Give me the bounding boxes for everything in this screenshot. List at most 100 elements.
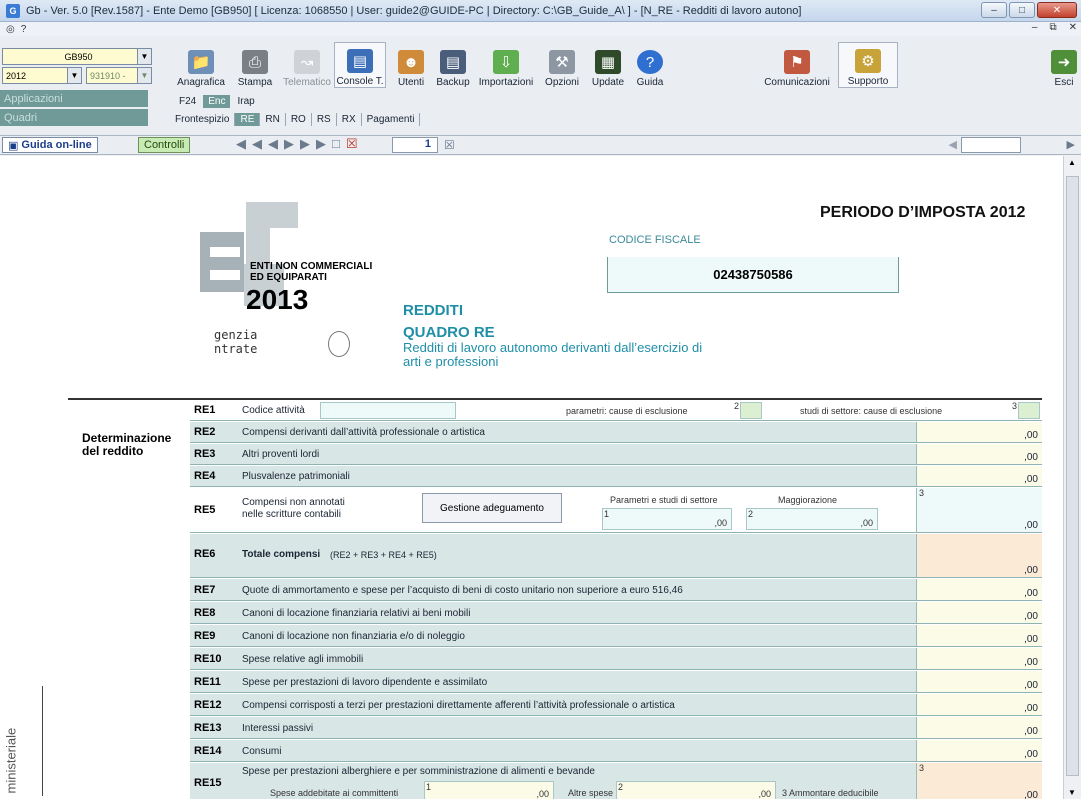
re9-amount[interactable]: ,00 <box>916 625 1042 646</box>
update-button[interactable]: ▦ Update <box>587 42 629 88</box>
codice-attivita-input[interactable] <box>320 402 456 419</box>
goto-page-icon[interactable]: ☒ <box>444 138 455 152</box>
menu-row: ◎ ? – ⧉ ✕ <box>0 22 1081 36</box>
tab-rn[interactable]: RN <box>260 113 286 126</box>
delete-page-icon[interactable]: ☒ <box>346 136 364 151</box>
tab-rs[interactable]: RS <box>312 113 337 126</box>
codice-fiscale-label: CODICE FISCALE <box>609 234 701 246</box>
esci-button[interactable]: ➜ Esci <box>1050 42 1078 88</box>
tab-pagamenti[interactable]: Pagamenti <box>362 113 421 126</box>
re4-amount[interactable]: ,00 <box>916 466 1042 486</box>
gestione-adeguamento-button[interactable]: Gestione adeguamento <box>422 493 562 523</box>
row-re15: RE15 Spese per prestazioni alberghiere e… <box>190 763 1042 799</box>
exit-icon: ➜ <box>1051 50 1077 74</box>
menu-icon[interactable]: ◎ <box>6 24 15 35</box>
scroll-up-icon[interactable]: ▲ <box>1068 158 1076 167</box>
title-bar: G Gb - Ver. 5.0 [Rev.1587] - Ente Demo [… <box>0 0 1081 22</box>
tab-re[interactable]: RE <box>235 113 261 126</box>
tab-ro[interactable]: RO <box>286 113 312 126</box>
re6-amount[interactable]: ,00 <box>916 534 1042 577</box>
quadri-tabs: Frontespizio RE RN RO RS RX Pagamenti <box>170 113 421 126</box>
mdi-minimize-icon[interactable]: – <box>1032 22 1038 33</box>
prev-page-icon[interactable]: ◀ <box>268 136 284 151</box>
company-combo[interactable]: GB950 ▼ <box>2 48 152 65</box>
re5-maggiorazione-input[interactable]: 2 ,00 <box>746 508 878 530</box>
anagrafica-button[interactable]: 📁 Anagrafica <box>175 42 227 88</box>
tab-irap[interactable]: Irap <box>232 95 259 108</box>
guida-button[interactable]: ? Guida <box>631 42 669 88</box>
row-re14: RE14 Consumi ,00 <box>190 740 1042 762</box>
close-icon[interactable]: ✕ <box>1037 2 1077 18</box>
scroll-left-icon[interactable]: ◀ <box>949 138 957 151</box>
tab-f24[interactable]: F24 <box>174 95 201 108</box>
year-combo[interactable]: 2012 ▼ <box>2 67 82 84</box>
minimize-icon[interactable]: – <box>981 2 1007 18</box>
chevron-down-icon[interactable]: ▼ <box>137 68 151 83</box>
vertical-scrollbar[interactable]: ▲ ▼ <box>1063 156 1081 799</box>
stampa-button[interactable]: ⎙ Stampa <box>229 42 281 88</box>
row-re12: RE12 Compensi corrisposti a terzi per pr… <box>190 694 1042 716</box>
tab-frontespizio[interactable]: Frontespizio <box>170 113 236 126</box>
quadri-combo[interactable]: Quadri <box>0 109 148 126</box>
mdi-restore-icon[interactable]: ⧉ <box>1049 22 1056 33</box>
agenzia-entrate-logo: genzia ntrate <box>214 328 258 356</box>
emblem-icon <box>328 331 350 357</box>
re11-amount[interactable]: ,00 <box>916 671 1042 692</box>
re2-amount[interactable]: ,00 <box>916 422 1042 442</box>
re14-amount[interactable]: ,00 <box>916 740 1042 761</box>
telematico-button[interactable]: ↝ Telematico <box>281 42 333 88</box>
re15-amount[interactable]: 3 ,00 <box>916 763 1042 799</box>
telematico-icon: ↝ <box>294 50 320 74</box>
last-page-icon[interactable]: ▶▶ <box>300 136 332 151</box>
opzioni-button[interactable]: ⚒ Opzioni <box>540 42 584 88</box>
chevron-down-icon[interactable]: ▼ <box>67 68 81 83</box>
re15-spese-committenti-input[interactable]: 1 ,00 <box>424 781 554 799</box>
next-page-icon[interactable]: ▶ <box>284 136 300 151</box>
comunicazioni-icon: ⚑ <box>784 50 810 74</box>
maximize-icon[interactable]: □ <box>1009 2 1035 18</box>
first-page-icon[interactable]: ◀◀ <box>236 136 268 151</box>
wrench-icon: ⚒ <box>549 50 575 74</box>
toolbar: GB950 ▼ 2012 ▼ 931910 - ▼ Applicazioni Q… <box>0 36 1081 136</box>
console-button[interactable]: ▤ Console T. <box>334 42 386 88</box>
chevron-down-icon[interactable]: ▼ <box>137 49 151 64</box>
applicazioni-combo[interactable]: Applicazioni <box>0 90 148 107</box>
row-re10: RE10 Spese relative agli immobili ,00 <box>190 648 1042 670</box>
tab-enc[interactable]: Enc <box>203 95 231 108</box>
backup-button[interactable]: ▤ Backup <box>433 42 473 88</box>
codice-fiscale-field[interactable]: 02438750586 <box>607 257 899 293</box>
form-document: PERIODO D’IMPOSTA 2012 CODICE FISCALE 02… <box>0 156 1063 799</box>
re5-parametri-input[interactable]: 1 ,00 <box>602 508 732 530</box>
scroll-down-icon[interactable]: ▼ <box>1068 788 1076 797</box>
studi-esclusione-input[interactable] <box>1018 402 1040 419</box>
page-navigation-icons: ◀◀◀▶▶▶□☒ <box>236 136 364 152</box>
importazioni-button[interactable]: ⇩ Importazioni <box>476 42 536 88</box>
app-icon: G <box>6 3 20 18</box>
navigation-bar: ▣ Guida on-line Controlli ◀◀◀▶▶▶□☒ 1 ☒ ◀… <box>0 136 1081 155</box>
controlli-button[interactable]: Controlli <box>138 137 191 153</box>
utenti-button[interactable]: ☻ Utenti <box>392 42 430 88</box>
re8-amount[interactable]: ,00 <box>916 602 1042 623</box>
help-menu[interactable]: ? <box>21 24 27 35</box>
parametri-esclusione-input[interactable] <box>740 402 762 419</box>
comunicazioni-button[interactable]: ⚑ Comunicazioni <box>760 42 834 88</box>
page-slider[interactable] <box>961 137 1021 153</box>
supporto-button[interactable]: ⚙ Supporto <box>838 42 898 88</box>
code-combo[interactable]: 931910 - ▼ <box>86 67 152 84</box>
add-page-icon[interactable]: □ <box>332 136 346 151</box>
console-icon: ▤ <box>347 49 373 73</box>
scroll-right-icon[interactable]: ▶ <box>1067 138 1075 151</box>
mdi-close-icon[interactable]: ✕ <box>1069 22 1077 33</box>
re12-amount[interactable]: ,00 <box>916 694 1042 715</box>
re7-amount[interactable]: ,00 <box>916 579 1042 600</box>
re10-amount[interactable]: ,00 <box>916 648 1042 669</box>
page-number[interactable]: 1 <box>392 137 438 153</box>
guida-online-button[interactable]: ▣ Guida on-line <box>2 137 98 153</box>
re5-amount[interactable]: 3 ,00 <box>916 488 1042 532</box>
re13-amount[interactable]: ,00 <box>916 717 1042 738</box>
scrollbar-thumb[interactable] <box>1066 176 1079 776</box>
re15-altre-spese-input[interactable]: 2 ,00 <box>616 781 776 799</box>
tab-rx[interactable]: RX <box>337 113 362 126</box>
quadro-subtitle: Redditi di lavoro autonomo derivanti dal… <box>403 340 703 369</box>
re3-amount[interactable]: ,00 <box>916 444 1042 464</box>
